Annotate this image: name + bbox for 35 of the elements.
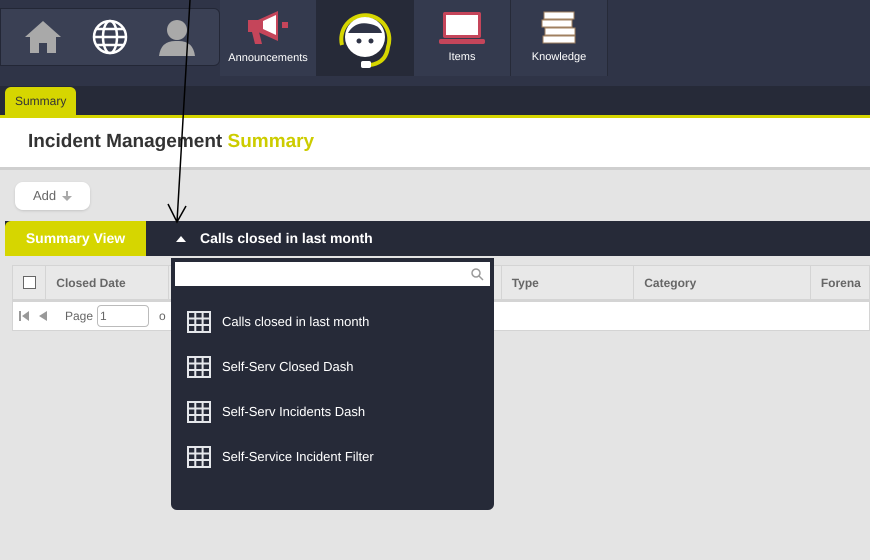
- column-header[interactable]: Forena: [810, 266, 869, 299]
- user-icon[interactable]: [157, 18, 197, 56]
- page-of-label: o: [159, 308, 166, 325]
- nav-tab[interactable]: Knowledge: [511, 0, 608, 76]
- grid-icon: [187, 400, 211, 422]
- laptop-icon: [438, 10, 486, 45]
- view-option[interactable]: Self-Service Incident Filter: [175, 434, 490, 479]
- column-header[interactable]: Type: [500, 266, 634, 299]
- megaphone-icon: [246, 10, 290, 46]
- home-icon[interactable]: [23, 19, 63, 55]
- grid-icon: [187, 446, 211, 468]
- grid-icon: [187, 356, 211, 378]
- view-option[interactable]: Calls closed in last month: [175, 299, 490, 344]
- nav-tab[interactable]: Items: [414, 0, 511, 76]
- down-arrow-icon: [62, 190, 72, 200]
- page-number-field[interactable]: 1: [97, 305, 150, 327]
- summary-tab[interactable]: Summary: [5, 87, 76, 115]
- grid-icon: [187, 310, 211, 332]
- nav-tab[interactable]: [317, 0, 414, 76]
- previous-page-icon[interactable]: [39, 311, 47, 321]
- globe-icon[interactable]: [91, 18, 129, 56]
- books-icon: [540, 10, 578, 45]
- page-label: Page: [65, 308, 94, 325]
- first-page-icon[interactable]: [19, 311, 29, 321]
- column-header[interactable]: Category: [633, 266, 810, 299]
- column-header[interactable]: Closed Date: [45, 266, 168, 299]
- search-icon: [471, 268, 484, 280]
- select-all-checkbox[interactable]: [22, 276, 36, 289]
- caret-icon: [176, 236, 186, 242]
- nav-tab[interactable]: Announcements: [220, 0, 317, 76]
- search-field[interactable]: [175, 262, 490, 286]
- add-button[interactable]: Add: [15, 182, 90, 210]
- view-selector[interactable]: Calls closed in last month: [176, 221, 373, 256]
- view-option[interactable]: Self-Serv Closed Dash: [175, 344, 490, 389]
- view-option[interactable]: Self-Serv Incidents Dash: [175, 389, 490, 434]
